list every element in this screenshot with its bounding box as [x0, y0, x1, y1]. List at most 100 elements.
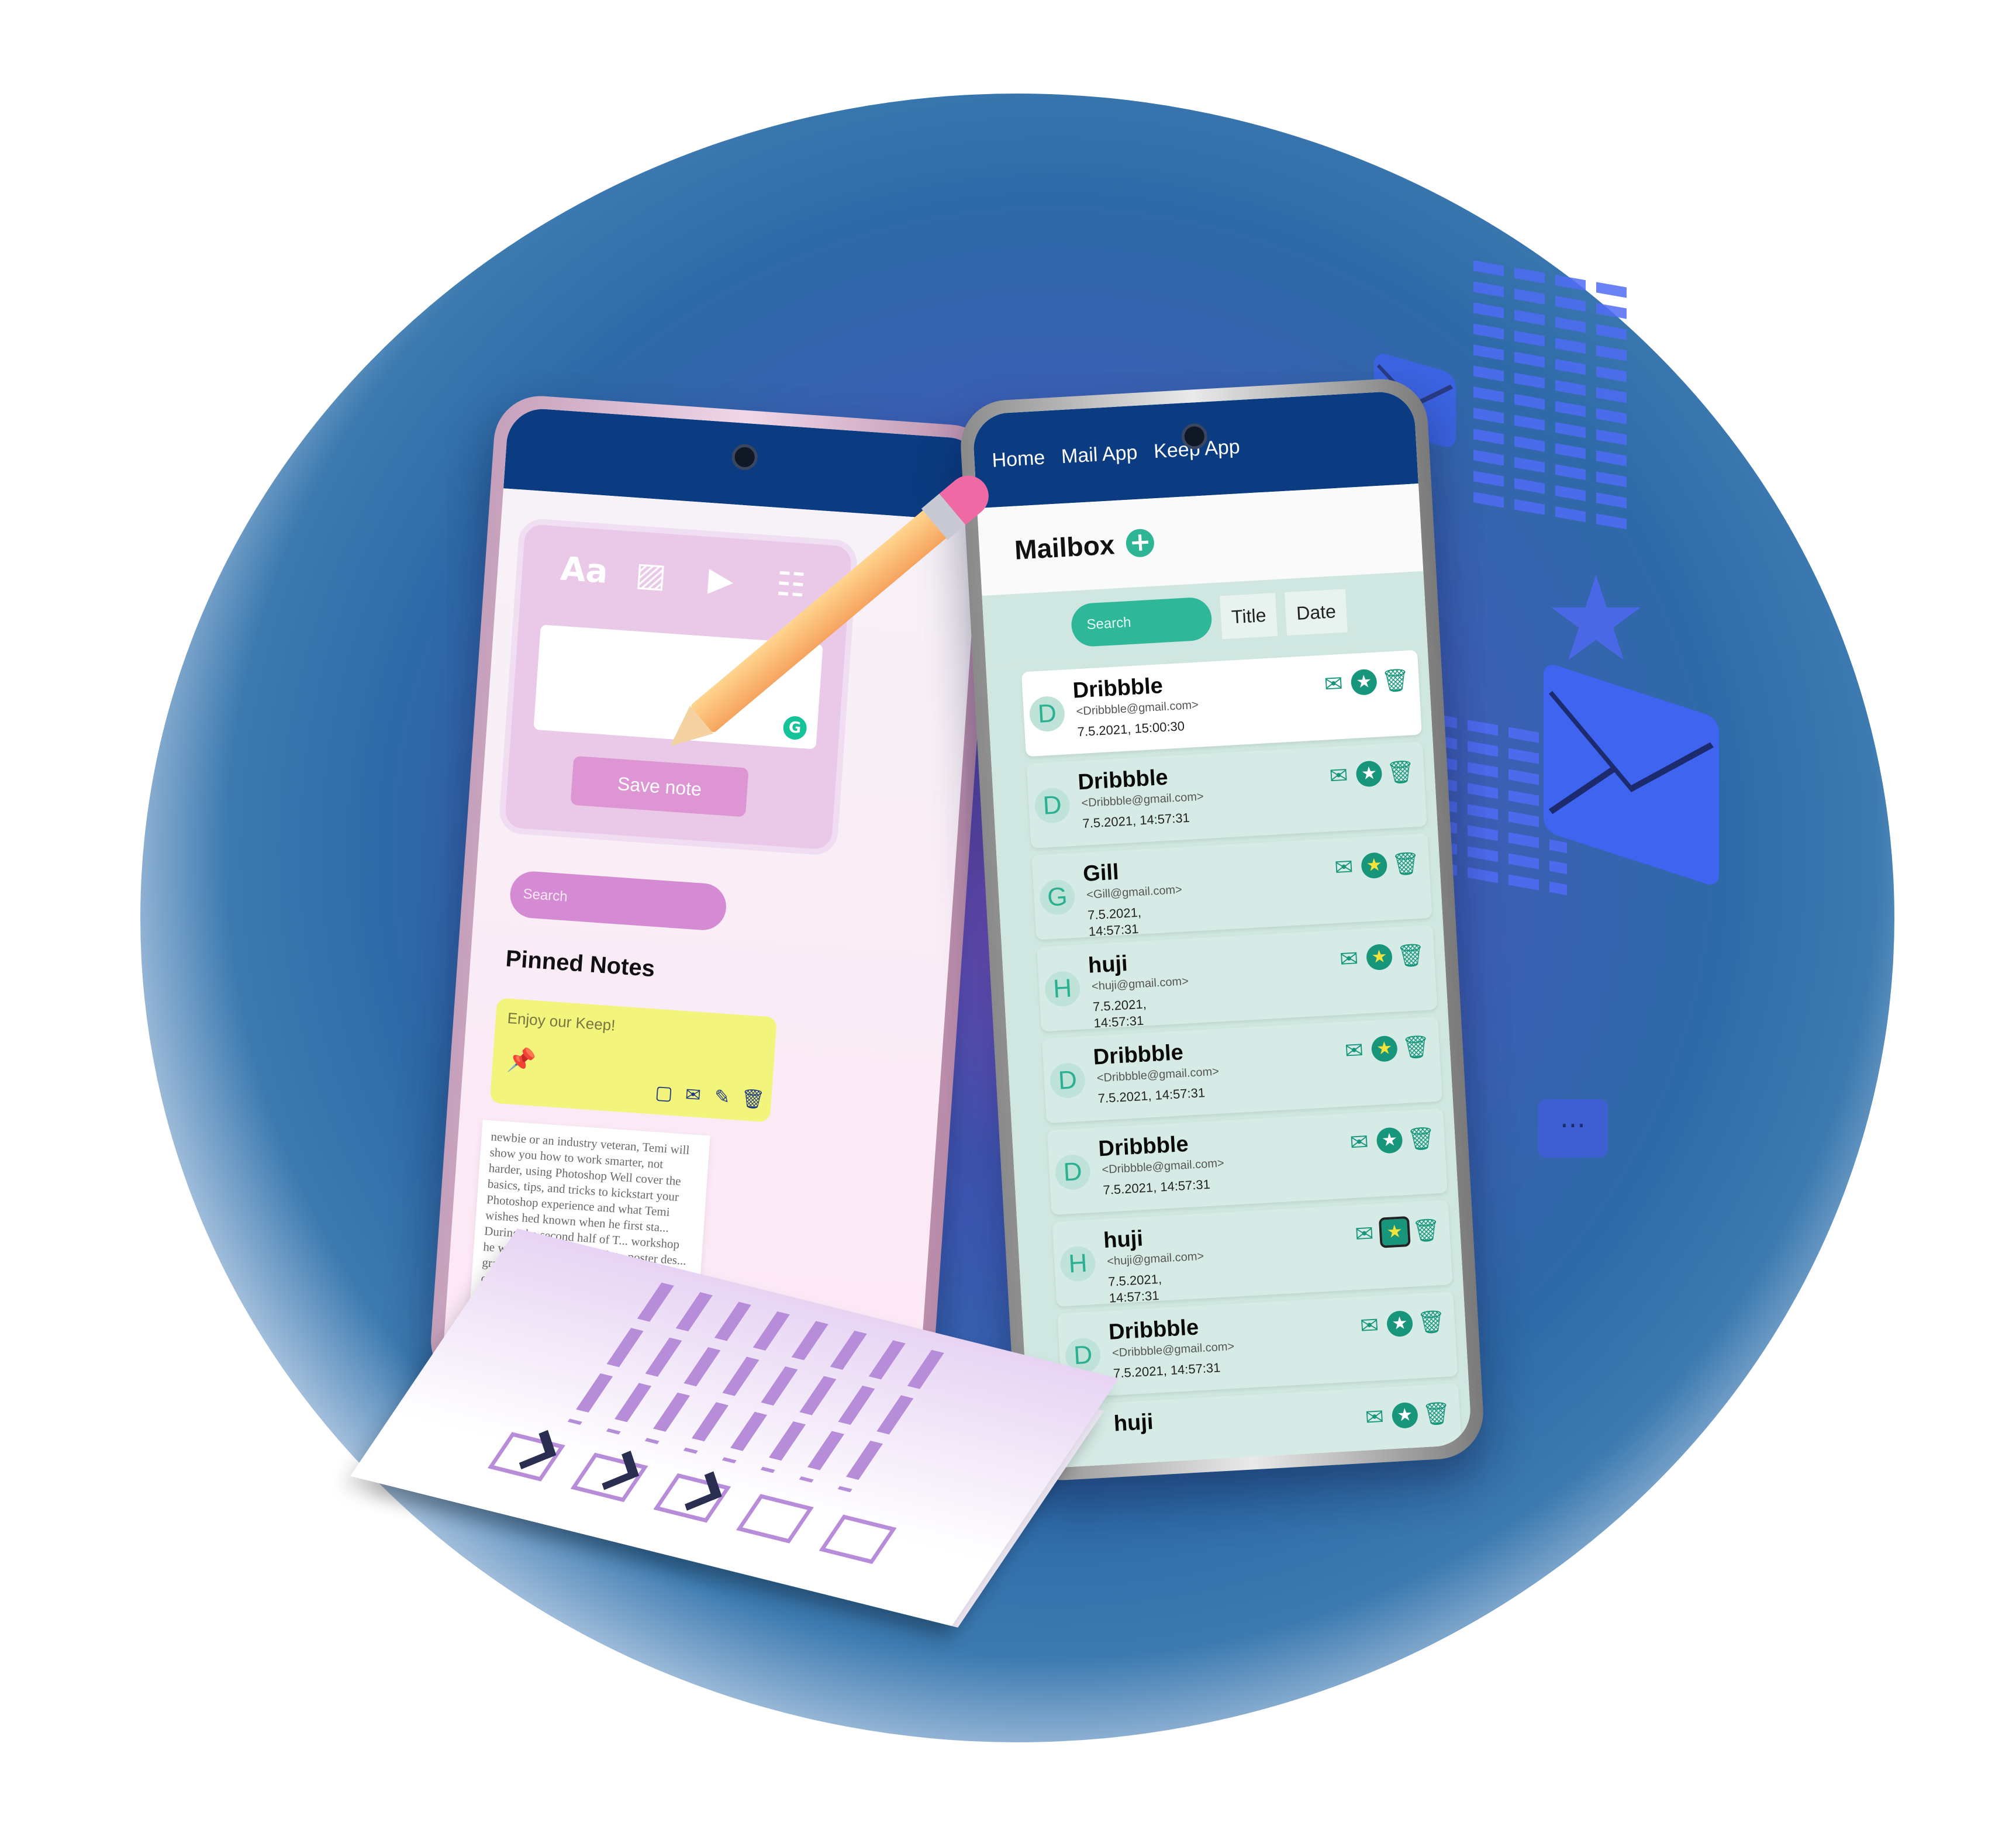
- pinned-note-text: Enjoy our Keep!: [506, 1009, 616, 1034]
- trash-icon[interactable]: 🗑: [1411, 1217, 1441, 1244]
- mail-app-body: Mailbox + Title Date DDribbble<Dribbble@…: [977, 484, 1472, 1469]
- email-actions: ✉ ★ 🗑: [1325, 758, 1416, 789]
- sender-avatar: D: [1034, 787, 1071, 824]
- note-compose-card: Aa ▨ ▶ ☷ G Save note: [504, 524, 852, 850]
- email-actions: ✉ ★ 🗑: [1341, 1033, 1431, 1064]
- sender-name: Dribbble: [1092, 1040, 1184, 1070]
- email-row[interactable]: Hhuji <huji@gmail.com> 7.5.2021, 14:57:31 ✉…: [1052, 1200, 1453, 1307]
- trash-icon[interactable]: 🗑: [1391, 850, 1421, 878]
- nav-home[interactable]: Home: [992, 446, 1046, 472]
- clipboard-todo-icon[interactable]: ☷: [769, 564, 813, 607]
- star-icon[interactable]: ★: [1371, 1035, 1399, 1063]
- star-icon[interactable]: ★: [1361, 852, 1388, 879]
- email-actions: ✉ ★ 🗑: [1320, 667, 1410, 698]
- email-actions: ✉ ★ 🗑: [1330, 850, 1421, 881]
- star-icon[interactable]: ★: [1365, 943, 1393, 971]
- email-date: 7.5.2021, 14:57:31: [1097, 1085, 1206, 1106]
- email-row[interactable]: D Dribbble <Dribbble@gmail.com> 7.5.2021, 1…: [1047, 1108, 1448, 1216]
- note-actions: ▢ ✉ ✎ 🗑: [653, 1081, 765, 1111]
- envelope-icon[interactable]: ✉: [1356, 1312, 1383, 1339]
- sender-name: Gill: [1082, 859, 1120, 887]
- nav-mail-app[interactable]: Mail App: [1061, 441, 1138, 468]
- keep-search-input[interactable]: [508, 869, 728, 932]
- email-actions: ✉ ★ 🗑: [1361, 1400, 1452, 1431]
- envelope-icon[interactable]: ✉: [1335, 945, 1362, 972]
- email-row[interactable]: D Dribbble <Dribbble@gmail.com> 7.5.2021, 1…: [1057, 1291, 1458, 1399]
- grammarly-icon[interactable]: G: [782, 715, 807, 741]
- trash-icon[interactable]: 🗑: [1380, 667, 1410, 694]
- star-icon[interactable]: ★: [1355, 760, 1383, 788]
- trash-icon[interactable]: 🗑: [1422, 1400, 1452, 1427]
- email-actions: ✉ ★ 🗑: [1335, 942, 1426, 972]
- envelope-icon[interactable]: ✉: [1361, 1404, 1388, 1431]
- send-mail-icon[interactable]: ✉: [682, 1083, 704, 1106]
- sender-name: Dribbble: [1077, 765, 1169, 795]
- deco-chat-icon: ···: [1538, 1099, 1608, 1158]
- email-row[interactable]: D Dribbble <Dribbble@gmail.com> 7.5.2021, 1…: [1021, 650, 1422, 757]
- sender-avatar: D: [1028, 695, 1066, 733]
- edit-icon[interactable]: ✎: [711, 1085, 733, 1109]
- email-date: 7.5.2021, 14:57:31: [1082, 810, 1190, 831]
- deco-text-lines: [1473, 260, 1637, 541]
- sender-name: Dribbble: [1097, 1131, 1189, 1162]
- note-tools: Aa ▨ ▶ ☷: [521, 524, 852, 610]
- text-format-icon[interactable]: Aa: [559, 548, 609, 592]
- open-envelope-icon[interactable]: ✉: [1320, 670, 1347, 698]
- star-icon[interactable]: ★: [1391, 1401, 1419, 1430]
- envelope-icon[interactable]: ✉: [1351, 1220, 1378, 1247]
- sender-avatar: G: [1038, 879, 1076, 916]
- sender-name: huji: [1103, 1226, 1144, 1254]
- sender-avatar: D: [1054, 1154, 1092, 1191]
- star-icon[interactable]: ★: [1386, 1310, 1414, 1338]
- phone-mail-app: Home Mail App Keep App Mailbox + Title D…: [958, 377, 1486, 1483]
- envelope-icon[interactable]: ✉: [1345, 1128, 1372, 1156]
- deco-star-icon: ★: [1544, 551, 1649, 688]
- mail-app-screen: Home Mail App Keep App Mailbox + Title D…: [972, 390, 1472, 1469]
- trash-icon[interactable]: 🗑: [1396, 942, 1426, 969]
- trash-icon[interactable]: 🗑: [1406, 1125, 1436, 1152]
- mailbox-title: Mailbox: [1013, 529, 1116, 565]
- email-row[interactable]: Hhuji <huji@gmail.com> 7.5.2021, 14:57:31 ✉…: [1037, 924, 1438, 1032]
- star-icon[interactable]: ★: [1350, 668, 1378, 696]
- sender-avatar: H: [1044, 970, 1081, 1008]
- email-date: 7.5.2021, 14:57:31: [1113, 1360, 1221, 1381]
- pinned-notes-heading: Pinned Notes: [505, 945, 656, 982]
- email-actions: ✉ ★ 🗑: [1356, 1308, 1447, 1339]
- sender-name: Dribbble: [1107, 1315, 1200, 1345]
- email-date: 7.5.2021, 14:57:31: [1102, 1176, 1211, 1198]
- pinned-note-card[interactable]: Enjoy our Keep! 📌 ▢ ✉ ✎ 🗑: [489, 997, 778, 1123]
- envelope-icon[interactable]: ✉: [1325, 762, 1352, 789]
- sender-name: huji: [1113, 1409, 1154, 1437]
- sender-email: <Gill@gmail.com>: [1086, 883, 1183, 902]
- envelope-icon[interactable]: ✉: [1330, 854, 1357, 881]
- trash-icon[interactable]: 🗑: [1401, 1033, 1431, 1061]
- trash-icon[interactable]: 🗑: [740, 1087, 765, 1111]
- email-row[interactable]: G Gill <Gill@gmail.com> 7.5.2021, 14:57:31 ✉…: [1031, 833, 1432, 940]
- sort-date-button[interactable]: Date: [1285, 589, 1348, 636]
- email-actions: ✉ ★ 🗑: [1351, 1216, 1441, 1248]
- color-icon[interactable]: ▢: [653, 1081, 675, 1104]
- email-date: [1118, 1453, 1200, 1458]
- sender-name: Dribbble: [1072, 674, 1164, 703]
- trash-icon[interactable]: 🗑: [1386, 758, 1416, 786]
- sort-title-button[interactable]: Title: [1220, 593, 1278, 640]
- email-row[interactable]: huji ✉ ★ 🗑: [1062, 1383, 1463, 1469]
- trash-icon[interactable]: 🗑: [1417, 1308, 1447, 1336]
- video-play-icon[interactable]: ▶: [699, 558, 743, 602]
- email-list: D Dribbble <Dribbble@gmail.com> 7.5.2021, 1…: [986, 641, 1472, 1469]
- star-icon[interactable]: ★: [1378, 1216, 1411, 1248]
- email-row[interactable]: D Dribbble <Dribbble@gmail.com> 7.5.2021, 1…: [1041, 1016, 1442, 1124]
- email-date: 7.5.2021, 14:57:31: [1107, 1271, 1162, 1306]
- sender-avatar: D: [1049, 1062, 1086, 1099]
- envelope-icon[interactable]: ✉: [1341, 1037, 1368, 1064]
- compose-plus-icon[interactable]: +: [1125, 527, 1155, 558]
- email-date: 7.5.2021, 14:57:31: [1092, 996, 1147, 1031]
- email-row[interactable]: D Dribbble <Dribbble@gmail.com> 7.5.2021, 1…: [1026, 741, 1427, 848]
- pin-icon[interactable]: 📌: [506, 1045, 537, 1075]
- email-actions: ✉ ★ 🗑: [1345, 1125, 1436, 1156]
- image-icon[interactable]: ▨: [629, 554, 673, 598]
- star-icon[interactable]: ★: [1376, 1127, 1403, 1154]
- sender-avatar: H: [1059, 1245, 1097, 1283]
- mail-search-input[interactable]: [1070, 596, 1213, 648]
- save-note-button[interactable]: Save note: [570, 755, 749, 817]
